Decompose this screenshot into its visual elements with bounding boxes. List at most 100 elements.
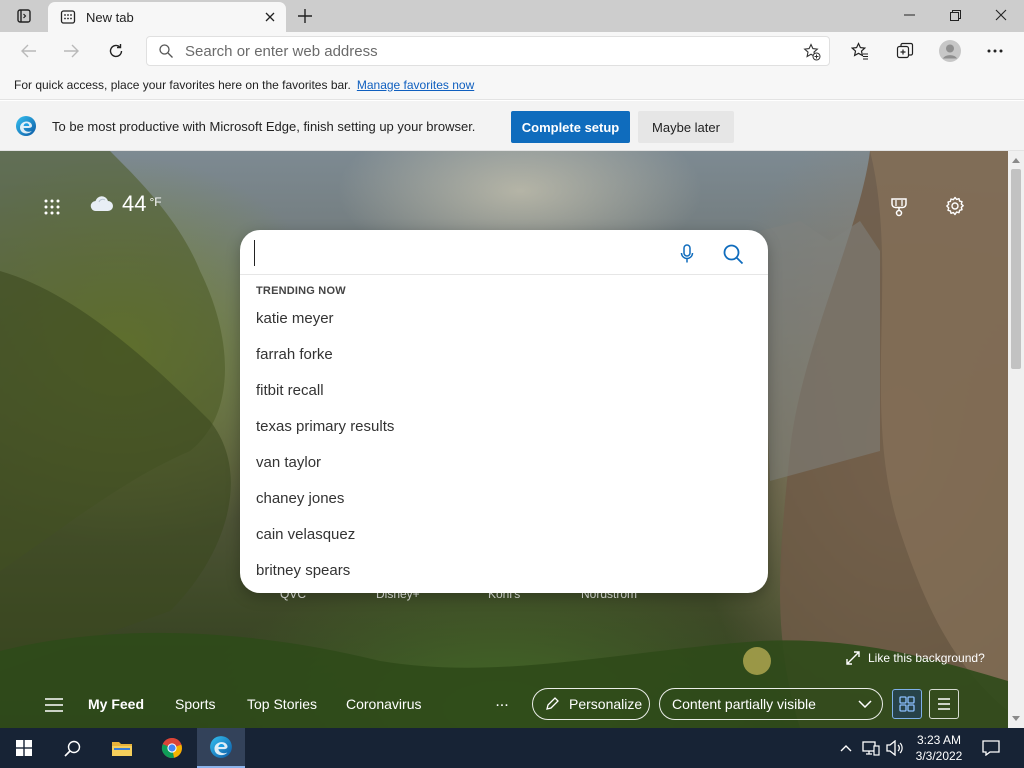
rewards-trophy-icon xyxy=(891,198,907,217)
address-bar[interactable] xyxy=(146,36,830,66)
refresh-button[interactable] xyxy=(101,37,131,65)
trending-suggestion[interactable]: britney spears xyxy=(240,553,768,589)
setup-banner-message: To be most productive with Microsoft Edg… xyxy=(52,119,476,134)
personalize-button[interactable]: Personalize xyxy=(532,688,650,720)
app-launcher-grid-icon xyxy=(44,199,60,215)
new-tab-page: 44 °F QVC Disney+ Kohl's Nordstrom TREND… xyxy=(0,151,1008,728)
windows-logo-icon xyxy=(16,740,32,756)
new-tab-page-icon xyxy=(60,9,76,25)
system-clock[interactable]: 3:23 AM 3/3/2022 xyxy=(908,732,970,764)
trending-suggestion[interactable]: fitbit recall xyxy=(240,373,768,409)
window-close-button[interactable] xyxy=(978,0,1024,30)
feed-tab-coronavirus[interactable]: Coronavirus xyxy=(346,696,421,712)
address-input[interactable] xyxy=(185,42,765,60)
new-tab-button[interactable] xyxy=(292,4,318,28)
search-icon xyxy=(63,740,80,757)
search-icon xyxy=(723,244,743,264)
avatar-icon xyxy=(939,40,961,62)
chrome-icon xyxy=(161,738,182,759)
notification-icon xyxy=(982,740,1000,756)
chrome-button[interactable] xyxy=(148,728,196,768)
title-bar: New tab xyxy=(0,0,1024,32)
feed-tab-sports[interactable]: Sports xyxy=(175,696,215,712)
clock-date: 3/3/2022 xyxy=(915,749,963,763)
rewards-button[interactable] xyxy=(887,195,911,219)
edge-logo-icon xyxy=(15,115,37,137)
minimize-button[interactable] xyxy=(886,0,932,30)
arrow-left-icon xyxy=(21,44,36,58)
favorites-star-icon xyxy=(851,42,868,60)
weather-unit: °F xyxy=(149,195,162,209)
weather-temperature: 44 xyxy=(122,191,147,216)
show-hidden-icons-button[interactable] xyxy=(836,738,856,758)
restore-button[interactable] xyxy=(932,0,978,30)
list-layout-button[interactable] xyxy=(929,689,959,719)
trending-suggestion[interactable]: cain velasquez xyxy=(240,517,768,553)
forward-button[interactable] xyxy=(56,37,86,65)
folder-icon xyxy=(112,742,132,756)
search-submit-button[interactable] xyxy=(721,242,745,266)
trending-suggestion[interactable]: chaney jones xyxy=(240,481,768,517)
tab-actions-button[interactable] xyxy=(8,6,40,26)
pencil-icon xyxy=(546,697,559,710)
complete-setup-button[interactable]: Complete setup xyxy=(511,111,630,143)
close-icon xyxy=(265,12,275,22)
scroll-down-arrow-icon[interactable] xyxy=(1012,714,1020,722)
plus-icon xyxy=(298,9,312,23)
more-horizontal-icon xyxy=(987,49,1003,53)
chevron-up-icon xyxy=(840,745,852,752)
feed-tab-top-stories[interactable]: Top Stories xyxy=(247,696,317,712)
list-layout-icon xyxy=(938,698,950,710)
action-center-button[interactable] xyxy=(978,736,1004,760)
settings-and-more-button[interactable] xyxy=(980,37,1010,65)
edge-taskbar-button[interactable] xyxy=(197,728,245,768)
content-visibility-dropdown[interactable]: Content partially visible xyxy=(659,688,883,720)
file-explorer-button[interactable] xyxy=(98,728,146,768)
feed-more-button[interactable]: ... xyxy=(492,693,512,713)
grid-layout-button[interactable] xyxy=(892,689,922,719)
trending-heading: TRENDING NOW xyxy=(256,285,346,297)
maybe-later-button[interactable]: Maybe later xyxy=(638,111,734,143)
page-settings-button[interactable] xyxy=(943,194,967,218)
trending-suggestion[interactable]: van taylor xyxy=(240,445,768,481)
feed-tab-my-feed[interactable]: My Feed xyxy=(88,696,144,712)
tab-new-tab[interactable]: New tab xyxy=(48,2,286,32)
taskbar-search-button[interactable] xyxy=(48,728,96,768)
close-icon xyxy=(995,9,1007,21)
navigation-toolbar xyxy=(0,32,1024,70)
volume-button[interactable] xyxy=(885,738,905,758)
like-background-label: Like this background? xyxy=(868,651,985,665)
weather-widget[interactable]: 44 °F xyxy=(90,191,162,217)
network-button[interactable] xyxy=(861,738,881,758)
apps-launcher-button[interactable] xyxy=(40,195,64,219)
star-add-icon xyxy=(803,43,821,61)
collections-button[interactable] xyxy=(890,37,920,65)
manage-favorites-link[interactable]: Manage favorites now xyxy=(357,78,474,92)
tab-close-button[interactable] xyxy=(262,9,278,25)
trending-suggestion[interactable]: katie meyer xyxy=(240,301,768,337)
voice-search-button[interactable] xyxy=(676,242,698,266)
trending-suggestion[interactable]: farrah forke xyxy=(240,337,768,373)
scrollbar-thumb[interactable] xyxy=(1011,169,1021,369)
speaker-icon xyxy=(886,740,903,756)
add-favorite-button[interactable] xyxy=(801,41,823,63)
feed-bar: My Feed Sports Top Stories Coronavirus .… xyxy=(0,683,1008,728)
hamburger-menu-icon xyxy=(45,698,63,712)
expand-diagonal-icon xyxy=(846,651,860,665)
arrow-right-icon xyxy=(64,44,79,58)
web-search-input[interactable] xyxy=(254,240,654,266)
trending-suggestion[interactable]: texas primary results xyxy=(240,409,768,445)
setup-banner: To be most productive with Microsoft Edg… xyxy=(0,101,1024,151)
profile-button[interactable] xyxy=(935,37,965,65)
cloud-icon xyxy=(90,196,113,212)
feed-menu-button[interactable] xyxy=(44,695,64,715)
windows-taskbar: 3:23 AM 3/3/2022 xyxy=(0,728,1024,768)
scroll-up-arrow-icon[interactable] xyxy=(1012,156,1020,164)
gear-icon xyxy=(946,196,964,216)
like-background-button[interactable]: Like this background? xyxy=(846,651,985,665)
back-button[interactable] xyxy=(14,37,44,65)
page-scrollbar[interactable] xyxy=(1008,151,1024,728)
minimize-icon xyxy=(903,14,915,16)
favorites-button[interactable] xyxy=(845,37,875,65)
start-button[interactable] xyxy=(0,728,48,768)
